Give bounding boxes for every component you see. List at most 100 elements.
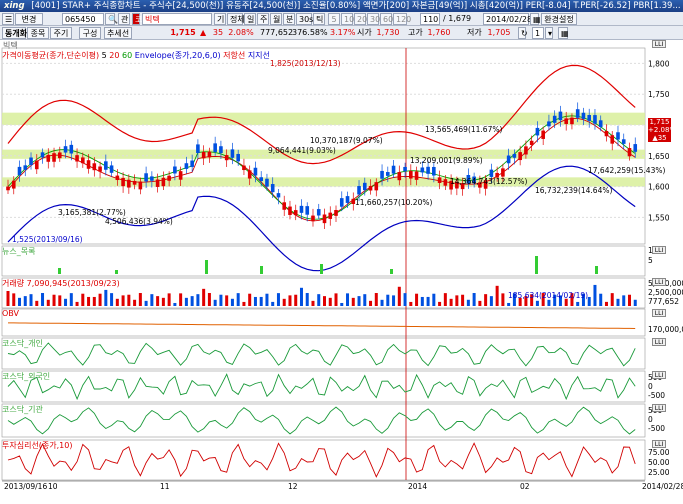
volume-bar [115, 298, 119, 306]
volume-bar [403, 293, 407, 306]
date-input[interactable]: 2014/02/28 [483, 13, 532, 25]
candle-body [524, 146, 528, 155]
mode-dropdown[interactable]: 변경 [15, 13, 43, 25]
volume-value: 777,652 [260, 28, 294, 37]
candle-body [109, 165, 114, 173]
candle-body [98, 166, 102, 172]
count-stepper[interactable]: 1 [532, 27, 544, 39]
period-30s[interactable]: 30s [296, 13, 313, 25]
candle-body [92, 163, 97, 171]
period-month[interactable]: 월 [270, 13, 282, 25]
num-60[interactable]: 60 [380, 13, 393, 25]
gear-icon[interactable]: ☰ [2, 13, 14, 25]
candle-body [443, 179, 448, 186]
news-bar [595, 266, 598, 274]
resist-legend: 저항선 [223, 51, 246, 60]
num-10[interactable]: 10 [341, 13, 354, 25]
candle-body [201, 151, 206, 159]
tab-compose[interactable]: 구성 [79, 27, 101, 39]
high-label: 고가 [408, 28, 423, 37]
candle-body [558, 111, 563, 121]
price-panel-menu[interactable]: LLI [652, 40, 666, 48]
envelope-legend: Envelope(종가,20,6,0) [134, 51, 221, 60]
candle-body [368, 185, 373, 191]
period-button-1[interactable]: 기 [214, 13, 226, 25]
volume-bar [81, 293, 85, 306]
volume-bar [627, 294, 631, 306]
candle-body [357, 186, 361, 195]
grid-icon[interactable]: ▦ [558, 27, 569, 39]
calendar-icon[interactable]: ▦ [530, 13, 541, 25]
period-tick[interactable]: 틱 [313, 13, 325, 25]
search-icon[interactable]: 🔍 [105, 13, 118, 25]
candle-body [40, 152, 45, 158]
chart-annotation: 9,064,441(9.03%) [268, 146, 336, 155]
volume-bar [317, 294, 321, 306]
num-5[interactable]: 5 [328, 13, 340, 25]
volume-bar [92, 296, 96, 306]
news-bar [115, 270, 118, 274]
candle-body [414, 171, 419, 180]
candle-body [518, 152, 522, 161]
tab-donggihwa[interactable]: 동개화 [2, 27, 27, 39]
num-30[interactable]: 30 [367, 13, 380, 25]
volume-bar [253, 296, 257, 306]
chart-annotation: 14,364,743(12.57%) [450, 177, 527, 186]
volume-bar [259, 296, 263, 306]
chart-svg[interactable]: 1,8001,7501,7001,6501,6001,5501,825(2013… [0, 40, 683, 504]
candle-body [598, 120, 603, 128]
settings-button[interactable]: 환경설정 [541, 13, 577, 25]
candle-body [501, 168, 505, 177]
low-label: 저가 [467, 28, 482, 37]
exchange-badge-icon: 코 [132, 13, 142, 25]
ma20-line [7, 117, 636, 222]
tab-stock[interactable]: 종목 [27, 27, 49, 39]
num-120[interactable]: 120 [393, 13, 411, 25]
period-minute[interactable]: 분 [283, 13, 295, 25]
ind2-panel-menu[interactable]: LLI [652, 371, 666, 379]
volume-bar [392, 295, 396, 306]
stock-name-field[interactable]: 빅텍 [142, 13, 212, 25]
chart-area[interactable]: 빅텍 1,8001,7501,7001,6501,6001,5501,825(2… [0, 40, 683, 504]
candle-body [581, 112, 586, 119]
volume-bar [236, 293, 240, 306]
ma-legend-title: 가격이동평균(종가,단순이평) [2, 51, 100, 60]
count-input[interactable]: 110 [420, 13, 440, 25]
panel-frame [1, 337, 646, 370]
news-bar [205, 260, 208, 274]
ind2-panel-label: 코스닥_외국인 [2, 372, 51, 381]
num-20[interactable]: 20 [354, 13, 367, 25]
volume-bar [489, 296, 493, 306]
stock-code-input[interactable]: 065450 [62, 13, 104, 25]
ind3-panel-menu[interactable]: LLI [652, 404, 666, 412]
ind3-y-tick: -500 [648, 424, 665, 433]
volume-bar [351, 297, 355, 306]
period-week[interactable]: 주 [257, 13, 269, 25]
x-axis-tick: 02 [520, 482, 530, 491]
obv-panel-label: OBV [2, 309, 20, 318]
volume-bar [432, 293, 436, 306]
volume-panel-menu[interactable]: LLI [652, 278, 666, 286]
volume-bar [299, 287, 303, 306]
current-price: 1,715 [170, 28, 196, 37]
period-day[interactable]: 일 [244, 13, 256, 25]
ind4-panel-menu[interactable]: LLI [652, 440, 666, 448]
chart-icon-button[interactable]: 관 [118, 13, 130, 25]
toolbar-quote: 동개화 종목 주기 구성 추세선 1,715 ▲ 35 2.08% 777,65… [0, 26, 683, 40]
volume-y-tick: 777,652 [648, 297, 679, 306]
volume-bar [311, 300, 315, 306]
candle-body [224, 155, 229, 161]
volume-bar [64, 298, 68, 306]
obv-panel-menu[interactable]: LLI [652, 309, 666, 317]
refresh-icon[interactable]: ↻ [518, 27, 528, 39]
news-panel-menu[interactable]: LLI [652, 246, 666, 254]
candle-body [75, 155, 79, 162]
chevron-down-icon[interactable]: ▾ [545, 27, 553, 39]
period-button-2[interactable]: 정체 [227, 13, 245, 25]
candle-body [178, 171, 183, 180]
candle-body [397, 172, 402, 181]
volume-bar [380, 299, 384, 306]
tab-period[interactable]: 주기 [50, 27, 72, 39]
tab-trendline[interactable]: 추세선 [104, 27, 132, 39]
ind1-panel-menu[interactable]: LLI [652, 338, 666, 346]
